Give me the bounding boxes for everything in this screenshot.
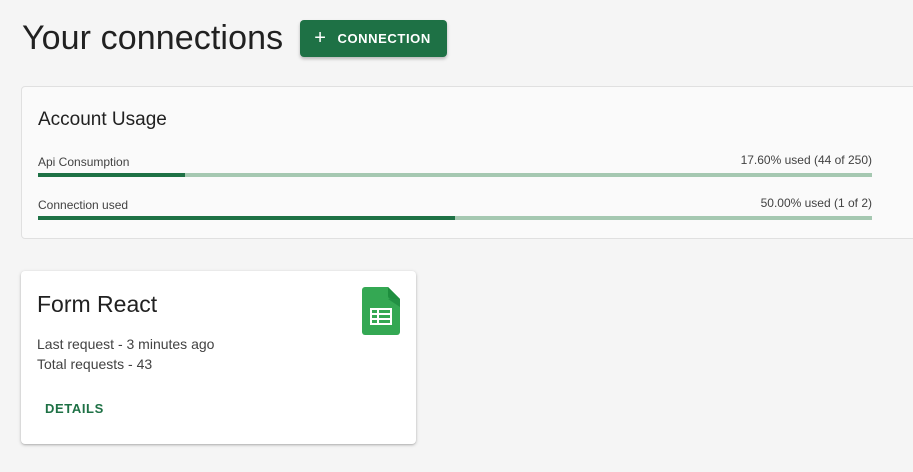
header: Your connections + CONNECTION (22, 18, 447, 58)
add-connection-label: CONNECTION (337, 30, 431, 46)
connection-used-value: 50.00% used (1 of 2) (760, 196, 872, 210)
connection-used-row: Connection used 50.00% used (1 of 2) (38, 196, 872, 220)
account-usage-title: Account Usage (38, 109, 167, 130)
total-requests-text: Total requests - 43 (37, 356, 153, 372)
page: Your connections + CONNECTION Account Us… (0, 0, 913, 472)
api-consumption-value: 17.60% used (44 of 250) (740, 153, 872, 167)
api-consumption-row: Api Consumption 17.60% used (44 of 250) (38, 153, 872, 177)
api-consumption-label: Api Consumption (38, 155, 130, 169)
page-title: Your connections (22, 19, 284, 57)
connection-title: Form React (37, 291, 158, 317)
connection-used-progress-fill (38, 216, 455, 220)
google-sheets-icon (362, 287, 400, 335)
plus-icon: + (314, 27, 327, 49)
details-button[interactable]: DETAILS (37, 395, 112, 422)
connection-used-progress-bar (38, 216, 872, 220)
account-usage-card: Account Usage Api Consumption 17.60% use… (21, 86, 913, 239)
api-consumption-progress-bar (38, 173, 872, 177)
api-consumption-progress-fill (38, 173, 185, 177)
connection-used-label: Connection used (38, 198, 129, 212)
last-request-text: Last request - 3 minutes ago (37, 336, 215, 352)
add-connection-button[interactable]: + CONNECTION (300, 19, 447, 57)
connection-card: Form React Last request - 3 minutes ago … (21, 271, 416, 444)
